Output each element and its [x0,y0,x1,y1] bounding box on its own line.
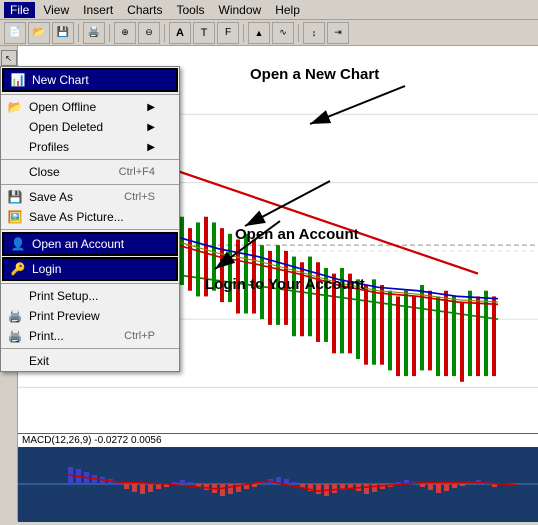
toolbar-sep2 [109,24,110,42]
dropdown-open-deleted[interactable]: Open Deleted ▶ [1,117,179,137]
save-as-icon: 💾 [5,190,25,204]
toolbar-f[interactable]: F [217,22,239,44]
toolbar-chart1[interactable]: ▲ [248,22,270,44]
dropdown-open-account[interactable]: 👤 Open an Account [2,232,178,256]
print-icon: 🖨️ [5,329,25,343]
toolbar-zoom[interactable]: ⊕ [114,22,136,44]
dropdown-print-setup[interactable]: Print Setup... [1,286,179,306]
menu-help[interactable]: Help [269,2,306,18]
macd-svg [18,447,538,522]
dropdown-save-as[interactable]: 💾 Save As Ctrl+S [1,187,179,207]
sidebar-btn-1[interactable]: ↖ [1,50,17,66]
toolbar-sep5 [298,24,299,42]
main-content: ↖ ✚ ↗ ∟ ⌒ ✎ ⬛ #5 🔲 [0,46,538,521]
macd-label: MACD(12,26,9) -0.0272 0.0056 [18,434,538,447]
toolbar-zoom2[interactable]: ⊖ [138,22,160,44]
dropdown-sep1 [1,94,179,95]
toolbar-chart2[interactable]: ∿ [272,22,294,44]
macd-panel: MACD(12,26,9) -0.0272 0.0056 [18,433,538,521]
print-preview-icon: 🖨️ [5,309,25,323]
toolbar-new[interactable]: 📄 [4,22,26,44]
open-offline-icon: 📂 [5,100,25,114]
dropdown-overlay: 📊 New Chart 📂 Open Offline ▶ Open Delete… [0,66,180,372]
open-account-icon: 👤 [8,237,28,251]
toolbar: 📄 📂 💾 🖨️ ⊕ ⊖ A T F ▲ ∿ ↕ ⇥ [0,20,538,46]
toolbar-a[interactable]: A [169,22,191,44]
dropdown-save-picture[interactable]: 🖼️ Save As Picture... [1,207,179,227]
menu-bar: File View Insert Charts Tools Window Hel… [0,0,538,20]
toolbar-t[interactable]: T [193,22,215,44]
toolbar-sep3 [164,24,165,42]
dropdown-print[interactable]: 🖨️ Print... Ctrl+P [1,326,179,346]
menu-insert[interactable]: Insert [77,2,119,18]
dropdown-login[interactable]: 🔑 Login [2,257,178,281]
menu-view[interactable]: View [37,2,75,18]
toolbar-save[interactable]: 💾 [52,22,74,44]
dropdown-close[interactable]: Close Ctrl+F4 [1,162,179,182]
toolbar-sep1 [78,24,79,42]
dropdown-open-offline[interactable]: 📂 Open Offline ▶ [1,97,179,117]
toolbar-print[interactable]: 🖨️ [83,22,105,44]
open-offline-arrow: ▶ [147,102,155,113]
save-picture-icon: 🖼️ [5,210,25,224]
dropdown-exit[interactable]: Exit [1,351,179,371]
new-chart-icon: 📊 [8,73,28,87]
menu-tools[interactable]: Tools [171,2,211,18]
dropdown-sep4 [1,229,179,230]
menu-charts[interactable]: Charts [121,2,168,18]
dropdown-new-chart[interactable]: 📊 New Chart [2,68,178,92]
login-icon: 🔑 [8,262,28,276]
toolbar-scroll[interactable]: ⇥ [327,22,349,44]
file-dropdown: 📊 New Chart 📂 Open Offline ▶ Open Delete… [0,66,180,372]
toolbar-sep4 [243,24,244,42]
profiles-arrow: ▶ [147,142,155,153]
toolbar-periods[interactable]: ↕ [303,22,325,44]
dropdown-sep5 [1,283,179,284]
dropdown-sep2 [1,159,179,160]
menu-window[interactable]: Window [213,2,268,18]
dropdown-sep6 [1,348,179,349]
dropdown-print-preview[interactable]: 🖨️ Print Preview [1,306,179,326]
toolbar-open[interactable]: 📂 [28,22,50,44]
open-deleted-arrow: ▶ [147,122,155,133]
dropdown-profiles[interactable]: Profiles ▶ [1,137,179,157]
menu-file[interactable]: File [4,2,35,18]
dropdown-sep3 [1,184,179,185]
